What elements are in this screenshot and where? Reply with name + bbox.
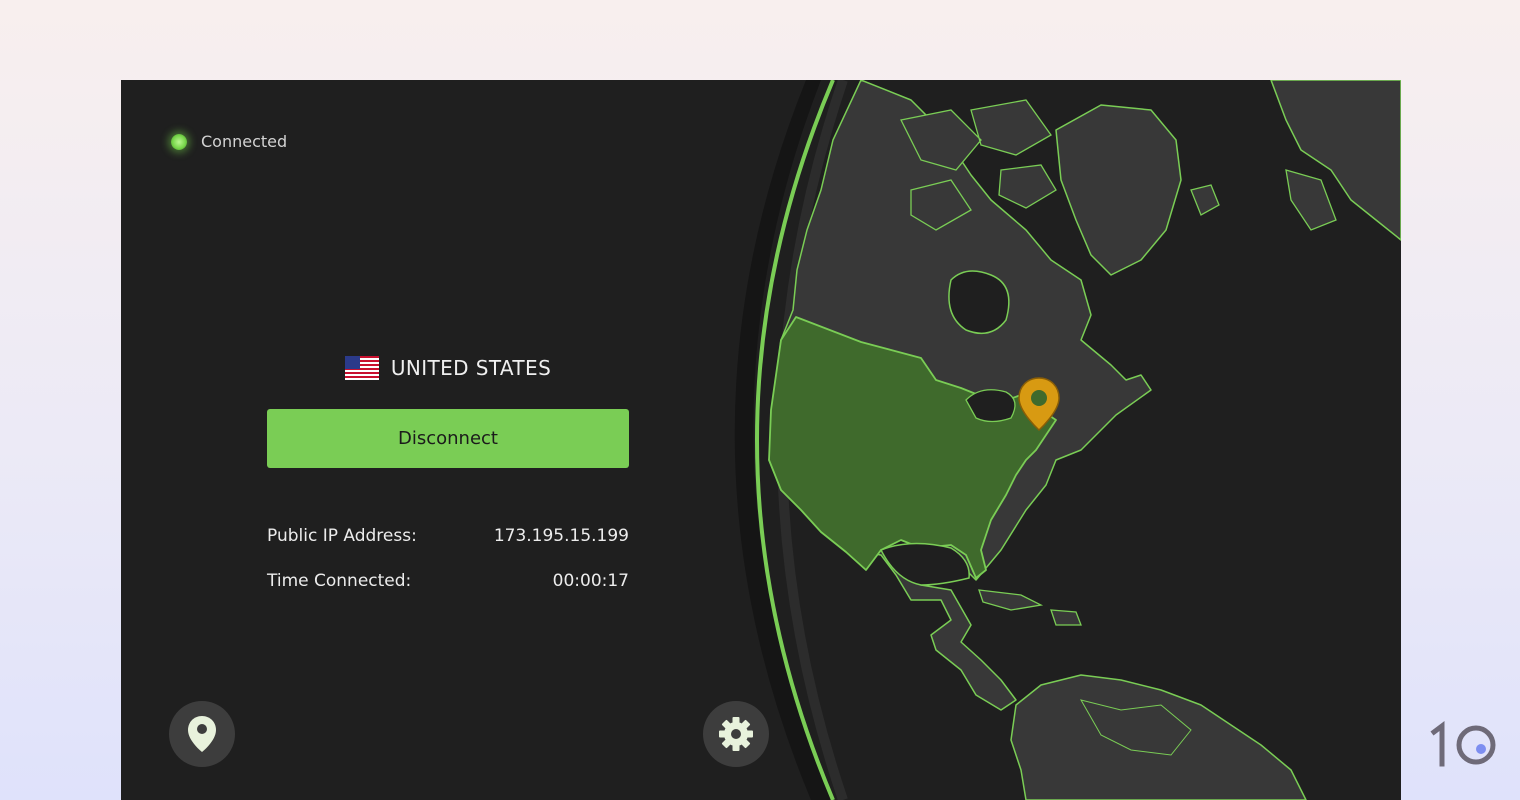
status-label: Connected xyxy=(201,132,288,151)
status-dot-icon xyxy=(171,133,187,150)
time-connected-value: 00:00:17 xyxy=(552,571,629,591)
us-flag-icon xyxy=(344,356,379,380)
time-connected-label: Time Connected: xyxy=(267,571,412,591)
brand-10-logo xyxy=(1430,721,1496,767)
disconnect-button[interactable]: Disconnect xyxy=(267,409,629,468)
vpn-app-window: Connected UNITED STATES Disconnect Publi… xyxy=(121,80,1401,800)
landmass-europe xyxy=(1270,80,1401,241)
time-connected-row: Time Connected: 00:00:17 xyxy=(267,571,629,591)
landmass-south-america xyxy=(1010,674,1307,800)
map-pin-icon xyxy=(188,716,216,752)
public-ip-value: 173.195.15.199 xyxy=(493,526,629,546)
settings-button[interactable] xyxy=(703,701,769,767)
landmass-greenland xyxy=(1055,104,1182,276)
public-ip-label: Public IP Address: xyxy=(267,526,417,546)
public-ip-row: Public IP Address: 173.195.15.199 xyxy=(267,526,629,546)
caribbean-islands xyxy=(978,589,1082,626)
hudson-bay xyxy=(948,270,1010,335)
locations-button[interactable] xyxy=(169,701,235,767)
gear-icon xyxy=(719,717,753,751)
country-name: UNITED STATES xyxy=(390,356,552,380)
connection-status: Connected xyxy=(171,132,287,151)
selected-location: UNITED STATES xyxy=(267,356,629,380)
